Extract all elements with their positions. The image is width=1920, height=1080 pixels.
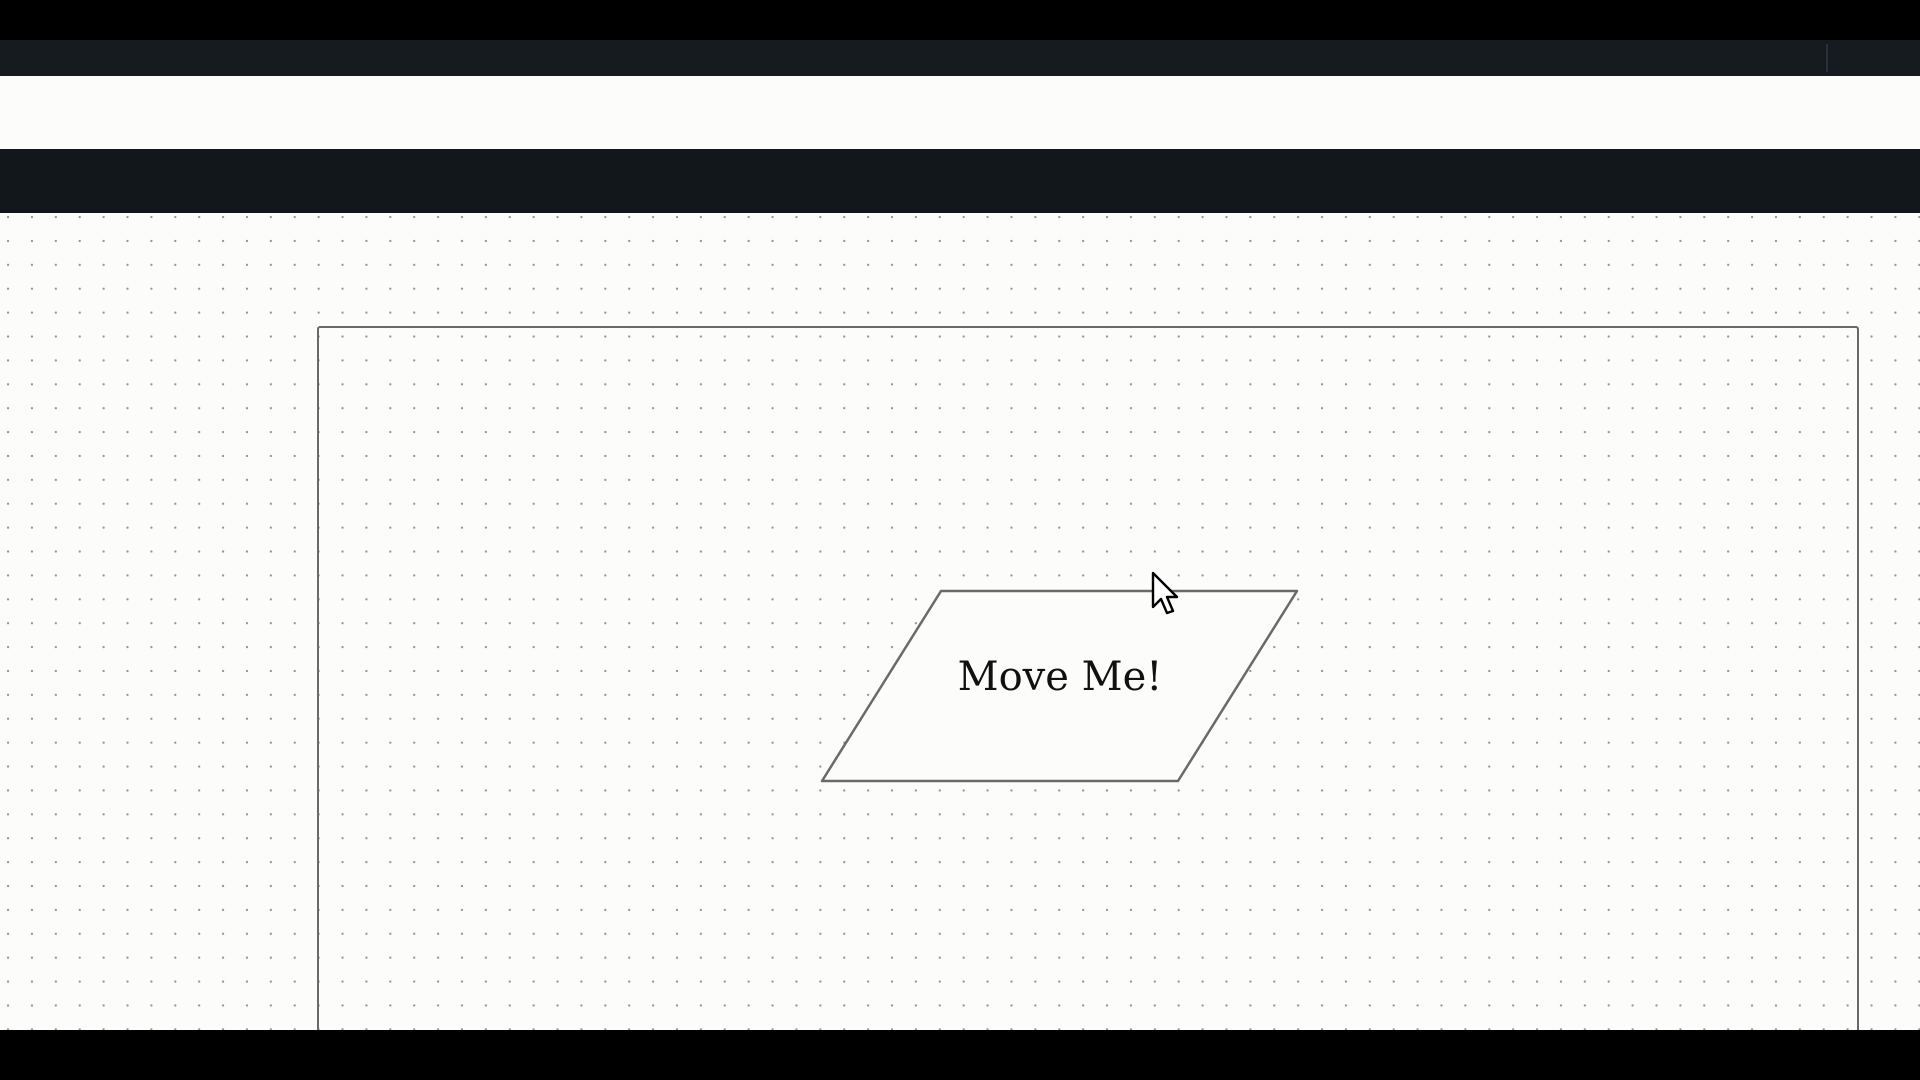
title-strip-divider — [1826, 44, 1828, 72]
bottom-letterbox — [0, 1030, 1920, 1080]
screen: Move Me! — [0, 0, 1920, 1080]
mouse-pointer-icon — [1151, 571, 1179, 615]
shape-label[interactable]: Move Me! — [900, 653, 1220, 701]
diagram-canvas[interactable]: Move Me! — [0, 213, 1920, 1030]
title-strip — [0, 40, 1920, 76]
header-area — [0, 76, 1920, 149]
shape-layer — [820, 589, 1299, 783]
top-letterbox — [0, 0, 1920, 40]
editor-toolbar — [0, 149, 1920, 213]
